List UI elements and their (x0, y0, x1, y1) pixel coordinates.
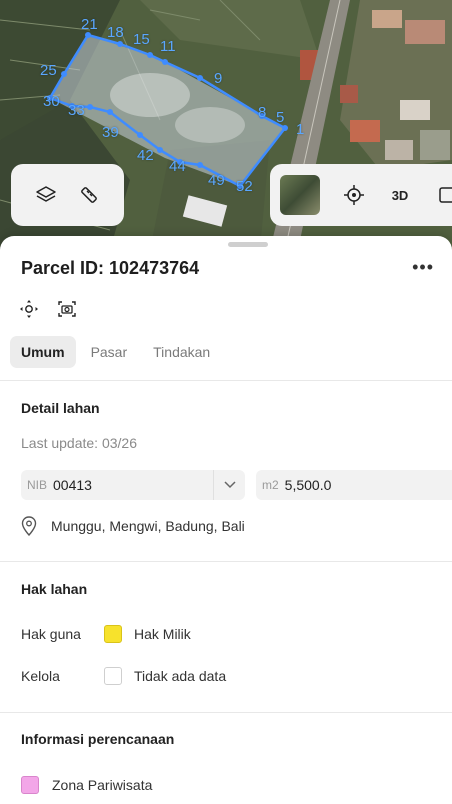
chevron-down-icon[interactable] (213, 470, 245, 500)
page-title: Parcel ID: 102473764 (21, 258, 200, 278)
zone-row: Zona Pariwisata (21, 776, 152, 794)
kelola-label: Kelola (21, 668, 60, 684)
area-prefix: m2 (262, 478, 279, 492)
crosshair-icon[interactable] (340, 181, 368, 209)
vertex-label: 9 (214, 70, 223, 87)
layers-icon[interactable] (32, 181, 60, 209)
vertex-label: 42 (137, 147, 154, 164)
more-options-button[interactable]: ••• (412, 257, 434, 278)
section-title-detail: Detail lahan (21, 400, 100, 416)
vertex-label: 52 (236, 178, 253, 195)
vertex-label: 15 (133, 31, 150, 48)
nib-field[interactable]: NIB 00413 (21, 470, 245, 500)
sheet-drag-handle[interactable] (228, 242, 268, 247)
zone-value: Zona Pariwisata (52, 777, 153, 793)
vertex-label: 49 (208, 172, 225, 189)
vertex-label: 21 (81, 16, 98, 33)
nib-value: 00413 (53, 477, 92, 493)
map-view[interactable]: 21 18 15 11 25 9 30 33 8 5 1 39 42 44 49… (0, 0, 452, 250)
tab-pasar[interactable]: Pasar (80, 336, 139, 368)
kelola-value: Tidak ada data (134, 668, 227, 684)
hak-guna-value: Hak Milik (134, 626, 191, 642)
vertex-label: 18 (107, 24, 124, 41)
address-text: Munggu, Mengwi, Badung, Bali (51, 518, 245, 534)
satellite-layer-thumb[interactable] (280, 175, 320, 215)
kelola-row: Kelola Tidak ada data (21, 667, 226, 685)
focus-parcel-icon[interactable] (18, 298, 40, 320)
vertex-label: 1 (296, 121, 305, 138)
square-icon[interactable] (432, 181, 452, 209)
mode-3d-button[interactable]: 3D (388, 188, 412, 203)
vertex-label: 33 (68, 102, 85, 119)
tab-umum[interactable]: Umum (10, 336, 76, 368)
divider (0, 561, 452, 562)
section-title-rights: Hak lahan (21, 581, 88, 597)
divider (0, 712, 452, 713)
hak-guna-row: Hak guna Hak Milik (21, 625, 191, 643)
section-title-planning: Informasi perencanaan (21, 731, 175, 747)
tab-bar: Umum Pasar Tindakan (10, 336, 221, 368)
tab-tindakan[interactable]: Tindakan (142, 336, 221, 368)
yellow-swatch-icon (104, 625, 122, 643)
location-pin-icon (21, 516, 37, 536)
vertex-label: 25 (40, 62, 57, 79)
nib-prefix: NIB (27, 478, 48, 492)
address-row: Munggu, Mengwi, Badung, Bali (21, 516, 245, 536)
parcel-sheet: Parcel ID: 102473764 ••• Umum Pasar Tind… (0, 236, 452, 804)
vertex-label: 8 (258, 104, 267, 121)
divider (0, 380, 452, 381)
map-tools-right: 3D (270, 164, 452, 226)
hak-guna-label: Hak guna (21, 626, 81, 642)
pink-swatch-icon (21, 776, 39, 794)
ruler-icon[interactable] (75, 181, 103, 209)
camera-icon[interactable] (56, 298, 78, 320)
vertex-label: 5 (276, 109, 285, 126)
vertex-label: 11 (160, 38, 176, 55)
area-field[interactable]: m2 5,500.0 (256, 470, 452, 500)
map-tools-left (11, 164, 124, 226)
vertex-label: 39 (102, 124, 119, 141)
area-value: 5,500.0 (284, 477, 332, 493)
empty-swatch-icon (104, 667, 122, 685)
last-update-text: Last update: 03/26 (21, 435, 137, 451)
vertex-label: 30 (43, 93, 60, 110)
vertex-label: 44 (169, 158, 186, 175)
